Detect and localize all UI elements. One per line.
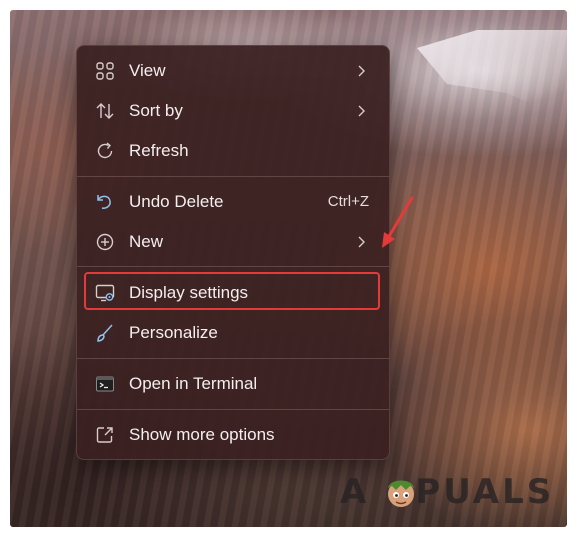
- brush-icon: [95, 323, 115, 343]
- chevron-right-icon: [355, 64, 367, 78]
- menu-item-new[interactable]: New: [81, 224, 383, 260]
- expand-icon: [95, 425, 115, 445]
- watermark-text-right: PUALS: [415, 472, 555, 512]
- wallpaper-snow: [417, 30, 567, 120]
- menu-item-label: Refresh: [129, 141, 189, 160]
- red-arrow-annotation: [378, 194, 418, 250]
- appuals-mascot-logo: [380, 472, 422, 514]
- menu-item-show-more-options[interactable]: Show more options: [81, 417, 383, 453]
- menu-separator: [77, 358, 389, 359]
- grid-icon: [95, 61, 115, 81]
- menu-item-view[interactable]: View: [81, 53, 383, 89]
- appuals-watermark: A PUALS: [340, 470, 560, 514]
- chevron-right-icon: [355, 235, 367, 249]
- sort-icon: [95, 101, 115, 121]
- plus-circle-icon: [95, 232, 115, 252]
- refresh-icon: [95, 141, 115, 161]
- menu-item-label: Personalize: [129, 323, 218, 342]
- menu-item-undo-delete[interactable]: Undo Delete Ctrl+Z: [81, 184, 383, 220]
- menu-item-personalize[interactable]: Personalize: [81, 315, 383, 351]
- highlight-box: [84, 272, 380, 310]
- menu-item-sort-by[interactable]: Sort by: [81, 93, 383, 129]
- menu-separator: [77, 266, 389, 267]
- terminal-icon: [95, 374, 115, 394]
- menu-item-open-in-terminal[interactable]: Open in Terminal: [81, 366, 383, 402]
- menu-separator: [77, 176, 389, 177]
- keyboard-shortcut: Ctrl+Z: [327, 193, 369, 210]
- menu-item-label: Open in Terminal: [129, 374, 258, 393]
- menu-item-label: Sort by: [129, 101, 183, 120]
- chevron-right-icon: [355, 104, 367, 118]
- menu-item-refresh[interactable]: Refresh: [81, 133, 383, 169]
- desktop-context-menu: View Sort by Refresh Undo Delete Ctrl+Z …: [76, 45, 390, 460]
- menu-item-label: Show more options: [129, 425, 275, 444]
- menu-item-label: New: [129, 232, 164, 251]
- watermark-text-left: A: [340, 472, 370, 512]
- menu-item-label: Undo Delete: [129, 192, 224, 211]
- menu-item-label: View: [129, 61, 166, 80]
- undo-icon: [95, 192, 115, 212]
- menu-separator: [77, 409, 389, 410]
